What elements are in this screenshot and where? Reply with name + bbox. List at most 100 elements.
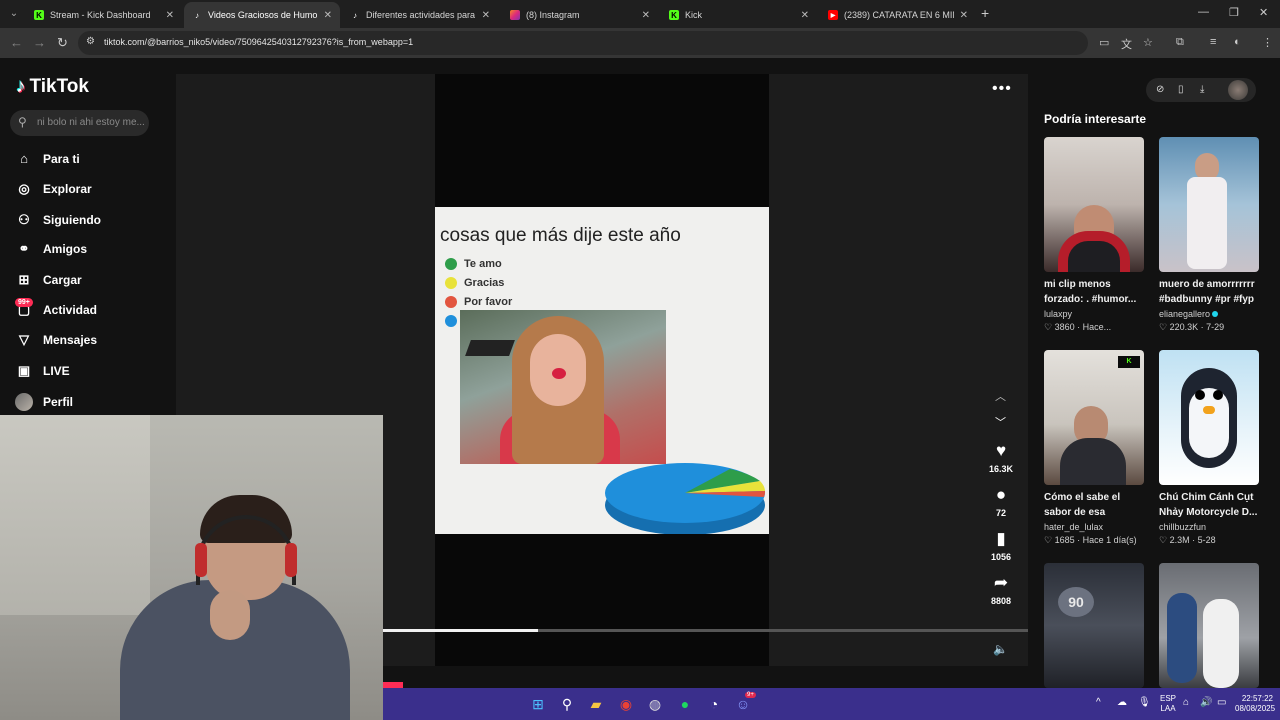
close-window-icon[interactable]: ✕ [1259,6,1268,19]
avatar[interactable] [1228,80,1248,100]
video-frame-content[interactable]: cosas que más dije este año Te amo Graci… [435,207,769,534]
url-field[interactable]: ⚙ tiktok.com/@barrios_niko5/video/750964… [78,31,1088,55]
share-icon: ➦ [993,573,1009,592]
close-icon[interactable]: ✕ [801,10,809,21]
search-icon[interactable]: ⚲ [558,695,576,713]
chevron-up-icon[interactable]: ^ [1096,697,1101,708]
restore-icon[interactable]: ❐ [1229,6,1239,19]
like-button[interactable]: ♥ 16.3K [979,441,1023,474]
download-icon[interactable]: ⤓ [1200,84,1204,95]
tab-instagram[interactable]: (8) Instagram ✕ [502,2,658,28]
discord-badge: 9+ [745,692,756,698]
suggestion-thumbnail[interactable] [1159,137,1259,272]
sidebar-item-siguiendo[interactable]: ⚇ Siguiendo [15,212,101,228]
new-tab-button[interactable]: + [981,5,989,21]
messages-icon: ▽ [19,332,29,347]
speaker-icon[interactable]: 🔊 [1200,697,1212,708]
suggestion-thumbnail[interactable]: 90 [1044,563,1144,688]
more-options-icon[interactable]: ••• [992,80,1012,98]
legend-dot [445,277,457,289]
network-icon[interactable]: ⌂ [1183,697,1189,708]
tab-kick[interactable]: K Kick ✕ [661,2,817,28]
tiktok-logo[interactable]: ♪ TikTok [16,76,89,98]
tray-app-icon[interactable]: ☁ [1117,697,1127,708]
windows-start-icon[interactable]: ⊞ [529,695,547,713]
pie-chart-graphic [605,463,766,534]
sidebar-item-live[interactable]: ▣ LIVE [15,363,70,379]
suggestion-card[interactable]: 90 [1044,563,1144,688]
tab-tiktok-actividades[interactable]: ♪ Diferentes actividades para hac ✕ [342,2,498,28]
sidebar-item-perfil[interactable]: Perfil [15,393,73,411]
legend-item: Gracias [445,277,504,289]
verified-badge-icon [1212,311,1219,317]
share-button[interactable]: ➦ 8808 [979,573,1023,606]
suggestion-card[interactable]: Chú Chim Cánh Cụt Nhảy Motorcycle D... c… [1159,350,1259,546]
suggestion-card[interactable] [1159,563,1259,688]
friends-icon: ⚭ [18,241,30,256]
legend-item: Por favor [445,296,512,308]
file-explorer-icon[interactable]: ▰ [587,695,605,713]
cast-icon[interactable]: ▭ [1099,36,1109,49]
close-icon[interactable]: ✕ [642,10,650,21]
suggestion-card[interactable]: muero de amorrrrrrr #badbunny #pr #fyp e… [1159,137,1259,333]
language-indicator[interactable]: ESP LAA [1160,694,1176,714]
suggestion-card[interactable]: K Cómo el sabe el sabor de esa cosa?... … [1044,350,1144,546]
suggestion-thumbnail[interactable]: K [1044,350,1144,485]
video-progress-bar[interactable] [383,629,1028,632]
tab-search-icon[interactable]: ⌄ [6,6,22,22]
minimize-icon[interactable]: — [1198,6,1209,18]
suggestion-thumbnail[interactable] [1159,350,1259,485]
home-icon: ⌂ [20,151,28,166]
close-icon[interactable]: ✕ [324,10,332,21]
sidebar-item-mensajes[interactable]: ▽ Mensajes [15,332,97,348]
tab-youtube[interactable]: ▶ (2389) CATARATA EN 6 MINUTO ✕ [820,2,976,28]
chevron-up-icon[interactable]: ︿ [995,388,1006,404]
suggestion-thumbnail[interactable] [1044,137,1144,272]
suggestion-thumbnail[interactable] [1159,563,1259,688]
save-button[interactable]: ▮ 1056 [979,529,1023,562]
sidebar-item-explorar[interactable]: ◎ Explorar [15,181,91,197]
close-icon[interactable]: ✕ [960,10,968,21]
youtube-icon: ▶ [828,10,838,20]
legend-dot [445,258,457,270]
live-icon: ▣ [17,363,31,378]
coins-icon[interactable]: ⊘ [1156,84,1164,95]
comment-button[interactable]: ● 72 [979,485,1023,518]
battery-icon[interactable]: ▭ [1217,697,1226,708]
forward-icon[interactable]: → [33,35,46,50]
chrome-icon[interactable]: ◉ [617,695,635,713]
suggestion-card[interactable]: mi clip menos forzado: . #humor... lulax… [1044,137,1144,333]
extensions-icon[interactable]: ⧉ [1176,36,1184,49]
translate-icon[interactable]: 文 [1121,36,1132,52]
microphone-icon[interactable]: 🎙 [1138,697,1151,708]
sidebar-item-amigos[interactable]: ⚭ Amigos [15,241,87,257]
app-icon[interactable]: ◔ [705,695,723,713]
tab-kick-dashboard[interactable]: K Stream - Kick Dashboard ✕ [26,2,182,28]
site-info-icon[interactable]: ⚙ [86,36,95,47]
sidebar-item-cargar[interactable]: ⊞ Cargar [15,272,82,288]
browser-menu-icon[interactable]: ⋮ [1262,36,1273,49]
bookmark-icon: ▮ [996,529,1006,548]
comment-icon: ● [995,485,1007,504]
sidebar-item-para-ti[interactable]: ⌂ Para ti [15,151,80,166]
device-icon[interactable]: ▯ [1178,84,1184,95]
tab-tiktok-humor[interactable]: ♪ Videos Graciosos de Humor en ✕ [184,2,340,28]
reload-icon[interactable]: ↻ [57,35,68,51]
activity-badge: 99+ [15,298,33,307]
clock[interactable]: 22:57:22 08/08/2025 [1235,694,1275,714]
reading-list-icon[interactable]: ≡ [1210,36,1216,48]
volume-icon[interactable]: 🔈 [993,642,1008,656]
legend-dot [445,296,457,308]
search-input[interactable]: ⚲ ni bolo ni ahi estoy me... [10,110,149,136]
obs-icon[interactable]: ◍ [646,695,664,713]
bookmark-star-icon[interactable]: ☆ [1143,36,1153,49]
following-icon: ⚇ [18,212,30,227]
profile-icon[interactable]: ◐ [1234,36,1241,48]
address-toolbar: ← → ↻ ⚙ tiktok.com/@barrios_niko5/video/… [0,28,1280,58]
back-icon[interactable]: ← [10,35,23,50]
kick-icon: K [34,10,44,20]
chevron-down-icon[interactable]: ﹀ [995,414,1006,430]
spotify-icon[interactable]: ● [676,695,694,713]
close-icon[interactable]: ✕ [482,10,490,21]
close-icon[interactable]: ✕ [166,10,174,21]
